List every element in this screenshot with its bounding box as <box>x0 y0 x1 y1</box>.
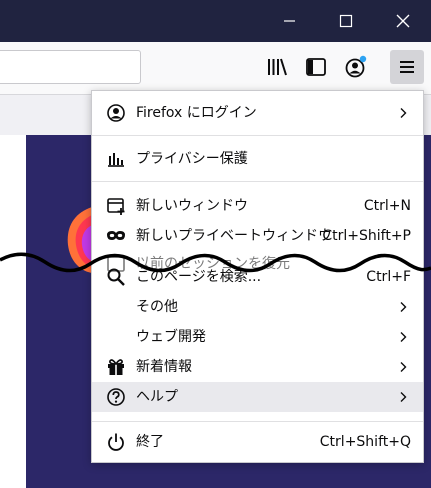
menu-item-shortcut: Ctrl+N <box>363 198 411 214</box>
menu-item-sign-in[interactable]: Firefox にログイン <box>92 98 423 128</box>
maximize-icon <box>339 14 353 28</box>
new-window-icon <box>107 198 125 215</box>
menu-item-shortcut: Ctrl+Shift+Q <box>319 434 411 450</box>
menu-item-web-developer[interactable]: ウェブ開発 <box>92 322 423 352</box>
torn-edge-wave <box>0 252 431 273</box>
menu-item-label: 新着情報 <box>136 359 192 375</box>
url-bar[interactable] <box>0 50 141 84</box>
menu-item-label: 新しいプライベートウィンドウ <box>136 228 332 244</box>
account-toolbar-button[interactable] <box>343 54 369 80</box>
help-icon <box>107 388 125 406</box>
menu-item-new-window[interactable]: 新しいウィンドウ Ctrl+N <box>92 191 423 221</box>
chevron-right-icon <box>400 332 407 342</box>
notification-dot <box>359 55 367 63</box>
chevron-right-icon <box>400 302 407 312</box>
menu-item-label: ウェブ開発 <box>136 329 206 345</box>
chevron-right-icon <box>400 108 407 118</box>
private-mask-icon <box>107 231 125 240</box>
chevron-right-icon <box>400 362 407 372</box>
page-content-edge <box>0 135 26 488</box>
menu-item-label: プライバシー保護 <box>136 151 248 167</box>
menu-item-label: その他 <box>136 299 178 315</box>
menu-item-new-private-window[interactable]: 新しいプライベートウィンドウ Ctrl+Shift+P <box>92 221 423 251</box>
menu-item-whats-new[interactable]: 新着情報 <box>92 352 423 382</box>
menu-item-label: ヘルプ <box>136 389 178 405</box>
account-icon <box>345 55 367 78</box>
sidebar-button[interactable] <box>303 54 329 80</box>
menu-item-label: 終了 <box>136 434 164 450</box>
menu-item-privacy-protections[interactable]: プライバシー保護 <box>92 144 423 174</box>
menu-separator <box>92 181 423 182</box>
minimize-button[interactable] <box>266 0 312 42</box>
menu-item-quit[interactable]: 終了 Ctrl+Shift+Q <box>92 427 423 457</box>
maximize-button[interactable] <box>322 0 368 42</box>
privacy-dashboard-icon <box>108 153 124 167</box>
menu-item-more[interactable]: その他 <box>92 292 423 322</box>
hamburger-icon <box>400 61 414 73</box>
chevron-right-icon <box>400 392 407 402</box>
minimize-icon <box>284 20 295 22</box>
window-titlebar <box>0 0 431 42</box>
power-icon <box>108 433 124 451</box>
menu-item-label: Firefox にログイン <box>136 105 257 121</box>
close-button[interactable] <box>380 0 426 42</box>
menu-item-help[interactable]: ヘルプ <box>92 382 423 412</box>
menu-item-shortcut: Ctrl+Shift+P <box>322 228 411 244</box>
menu-item-label: 新しいウィンドウ <box>136 198 248 214</box>
menu-separator <box>92 421 423 422</box>
open-menu-button[interactable] <box>390 50 424 84</box>
library-icon <box>268 58 287 76</box>
gift-icon <box>108 359 124 375</box>
sidebar-icon <box>306 58 326 76</box>
account-icon <box>107 104 125 122</box>
navigation-toolbar <box>0 42 431 95</box>
close-icon <box>396 14 410 28</box>
library-button[interactable] <box>264 54 290 80</box>
menu-separator <box>92 135 423 136</box>
